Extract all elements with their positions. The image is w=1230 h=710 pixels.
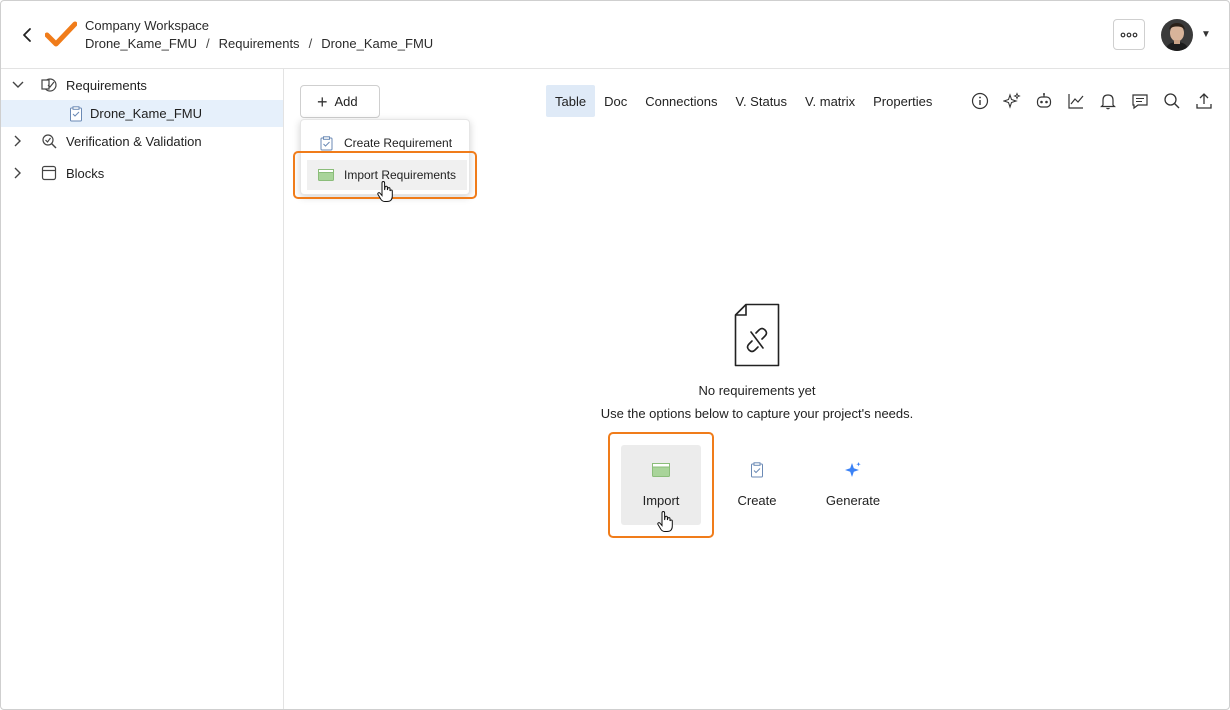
- option-label: Create: [737, 493, 777, 508]
- menu-item-label: Create Requirement: [344, 136, 453, 150]
- document-icon: [67, 105, 85, 123]
- option-label: Generate: [825, 493, 881, 508]
- empty-state-subtitle: Use the options below to capture your pr…: [600, 406, 914, 421]
- chevron-left-icon: [23, 28, 31, 42]
- broken-link-document-icon: [734, 303, 780, 367]
- tab-properties[interactable]: Properties: [864, 85, 941, 117]
- add-dropdown-menu: Create Requirement Import Requirements: [300, 119, 470, 195]
- app-window: Company Workspace Drone_Kame_FMU / Requi…: [0, 0, 1230, 710]
- add-button-label: Add: [334, 94, 358, 109]
- view-tabs: Table Doc Connections V. Status V. matri…: [546, 85, 941, 117]
- tab-table[interactable]: Table: [546, 85, 596, 117]
- sidebar-item-requirements[interactable]: Requirements: [1, 70, 283, 100]
- requirements-icon: [40, 76, 58, 94]
- import-tray-icon: [318, 168, 334, 182]
- breadcrumb-project[interactable]: Drone_Kame_FMU: [85, 36, 197, 51]
- breadcrumb-separator: /: [308, 36, 313, 51]
- user-avatar[interactable]: [1161, 19, 1193, 51]
- sidebar-item-label: Requirements: [66, 77, 147, 93]
- sidebar-item-drone-kame-fmu[interactable]: Drone_Kame_FMU: [1, 100, 283, 127]
- upload-icon[interactable]: [1188, 89, 1220, 113]
- sparkle-icon: [844, 461, 862, 479]
- tab-v-matrix[interactable]: V. matrix: [796, 85, 864, 117]
- chevron-right-icon[interactable]: [11, 134, 25, 148]
- menu-item-create-requirement[interactable]: Create Requirement: [307, 128, 467, 158]
- sidebar-tree: Requirements Drone_Kame_FMU Verification…: [1, 69, 284, 709]
- brand-logo-icon[interactable]: [44, 20, 78, 50]
- sidebar-item-label: Verification & Validation: [66, 133, 202, 149]
- ellipsis-icon: [1120, 32, 1138, 37]
- menu-item-label: Import Requirements: [344, 168, 457, 182]
- chart-icon[interactable]: [1060, 89, 1092, 113]
- info-icon[interactable]: [964, 89, 996, 113]
- tab-v-status[interactable]: V. Status: [726, 85, 796, 117]
- breadcrumb-requirements[interactable]: Requirements: [219, 36, 300, 51]
- caret-down-icon[interactable]: ▼: [1201, 29, 1211, 40]
- breadcrumb-document[interactable]: Drone_Kame_FMU: [321, 36, 433, 51]
- option-label: Import: [642, 493, 680, 508]
- chevron-right-icon[interactable]: [11, 166, 25, 180]
- generate-option-button[interactable]: Generate: [813, 445, 893, 525]
- sparkle-icon[interactable]: [996, 89, 1028, 113]
- tab-connections[interactable]: Connections: [636, 85, 726, 117]
- breadcrumb-separator: /: [206, 36, 210, 51]
- top-header: Company Workspace Drone_Kame_FMU / Requi…: [1, 1, 1229, 69]
- sidebar-item-label: Blocks: [66, 165, 105, 181]
- import-option-button[interactable]: Import: [621, 445, 701, 525]
- back-button[interactable]: [17, 25, 37, 45]
- robot-icon[interactable]: [1028, 89, 1060, 113]
- breadcrumb: Drone_Kame_FMU / Requirements / Drone_Ka…: [85, 36, 433, 51]
- sidebar-item-label: Drone_Kame_FMU: [90, 106, 202, 121]
- tab-doc[interactable]: Doc: [595, 85, 636, 117]
- create-option-button[interactable]: Create: [717, 445, 797, 525]
- search-icon[interactable]: [1156, 89, 1188, 113]
- empty-state-title: No requirements yet: [698, 383, 816, 398]
- document-icon: [750, 461, 764, 479]
- comment-icon[interactable]: [1124, 89, 1156, 113]
- sidebar-item-verification[interactable]: Verification & Validation: [1, 126, 283, 156]
- chevron-down-icon[interactable]: [11, 78, 25, 92]
- workspace-name[interactable]: Company Workspace: [85, 18, 209, 33]
- more-options-button[interactable]: [1113, 19, 1145, 50]
- add-button[interactable]: + Add: [300, 85, 380, 118]
- plus-icon: +: [317, 91, 328, 112]
- document-icon: [318, 135, 334, 150]
- import-tray-icon: [652, 461, 670, 479]
- bell-icon[interactable]: [1092, 89, 1124, 113]
- toolbar: [964, 89, 1220, 113]
- sidebar-item-blocks[interactable]: Blocks: [1, 158, 283, 188]
- block-icon: [40, 164, 58, 182]
- verification-icon: [40, 132, 58, 150]
- menu-item-import-requirements[interactable]: Import Requirements: [307, 160, 467, 190]
